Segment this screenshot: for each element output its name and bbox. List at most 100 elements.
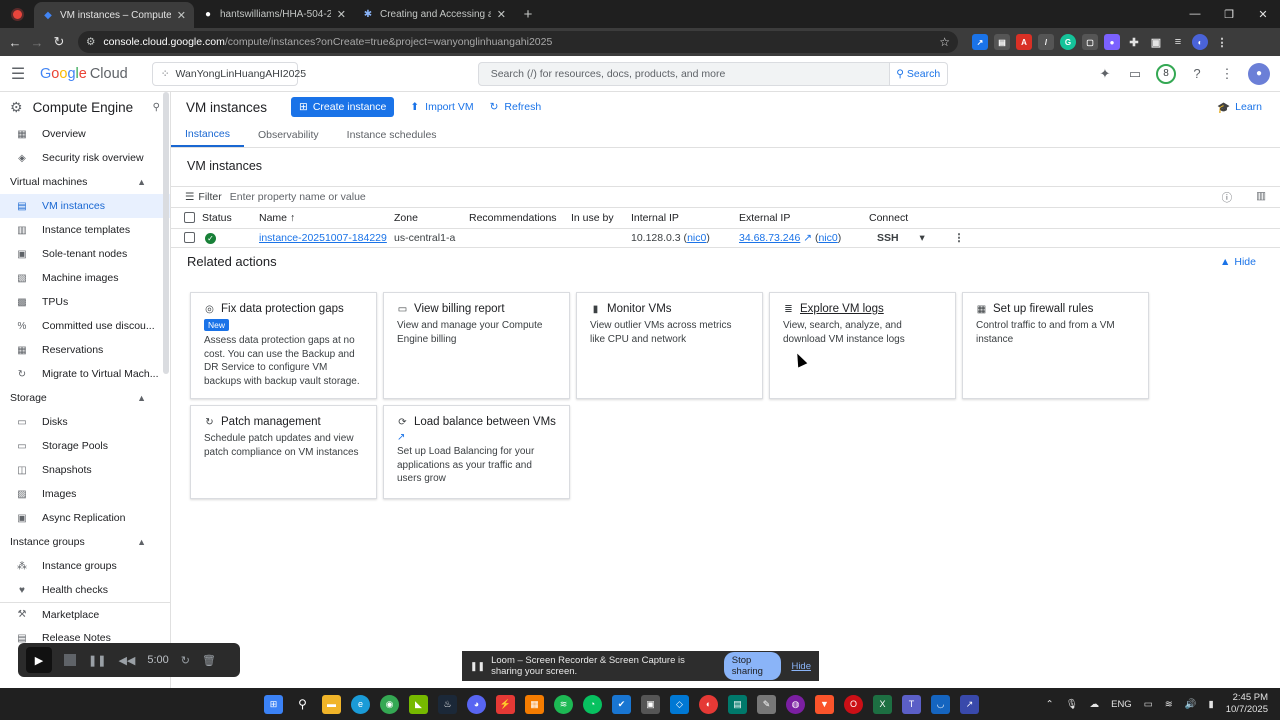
extensions-puzzle-icon[interactable]: ✚ <box>1126 34 1142 50</box>
sidebar-item-images[interactable]: ▨ Images <box>0 482 170 506</box>
hamburger-menu-icon[interactable]: ☰ <box>0 64 36 84</box>
system-clock[interactable]: 2:45 PM 10/7/2025 <box>1226 692 1268 716</box>
close-tab-icon[interactable]: ✕ <box>177 9 186 22</box>
app-icon[interactable]: ◡ <box>931 694 950 714</box>
col-zone[interactable]: Zone <box>394 208 469 229</box>
card-fix-data-protection[interactable]: ◎ Fix data protection gaps New Assess dat… <box>190 292 377 399</box>
excel-icon[interactable]: X <box>873 694 892 714</box>
sidebar-item-async-replication[interactable]: ▣ Async Replication <box>0 506 170 530</box>
site-info-icon[interactable]: ⚙ <box>86 36 95 48</box>
display-icon[interactable]: ▭ <box>1144 699 1153 710</box>
sidebar-item-overview[interactable]: ▦ Overview <box>0 122 170 146</box>
sidebar-item-storage-pools[interactable]: ▭ Storage Pools <box>0 434 170 458</box>
pause-icon[interactable]: ❚❚ <box>88 654 106 667</box>
windows-start-icon[interactable]: ⊞ <box>264 694 283 714</box>
app-icon[interactable]: ✎ <box>757 694 776 714</box>
row-more-icon[interactable]: ⋮ <box>954 232 965 244</box>
sidebar-item-marketplace[interactable]: ⚒ Marketplace <box>0 602 170 626</box>
refresh-button[interactable]: ↻ Refresh <box>490 101 542 113</box>
extension-icon[interactable]: ↗ <box>972 34 988 50</box>
wechat-icon[interactable]: ◔ <box>583 694 602 714</box>
row-checkbox[interactable] <box>184 232 195 244</box>
section-instance-groups[interactable]: Instance groups ▲ <box>0 530 170 554</box>
more-vert-icon[interactable]: ⋮ <box>1218 65 1236 83</box>
instance-name-link[interactable]: instance-20251007-184229 <box>259 232 387 244</box>
project-picker[interactable]: ⁘ WanYongLinHuangAHI2025 <box>151 61 306 86</box>
app-icon[interactable]: ✔ <box>612 694 631 714</box>
extension-icon[interactable]: ▢ <box>1082 34 1098 50</box>
trash-icon[interactable]: 🗑 <box>202 654 216 667</box>
col-in-use-by[interactable]: In use by <box>571 208 631 229</box>
app-icon[interactable]: ▣ <box>641 694 660 714</box>
app-icon[interactable]: ▦ <box>525 694 544 714</box>
card-monitor-vms[interactable]: ▮ Monitor VMs View outlier VMs across met… <box>576 292 763 399</box>
sidebar-item-vm-instances[interactable]: ▤ VM instances <box>0 194 170 218</box>
create-instance-button[interactable]: ⊞ Create instance <box>291 97 395 117</box>
cloud-icon[interactable]: ☁ <box>1090 699 1100 710</box>
select-all-checkbox[interactable] <box>184 212 195 224</box>
sidebar-item-reservations[interactable]: ▦ Reservations <box>0 338 170 362</box>
col-status[interactable]: Status <box>202 208 259 229</box>
browser-tab-3[interactable]: ✱ Creating and Accessing a VM In ✕ <box>354 0 514 28</box>
sidebar-item-health-checks[interactable]: ♥ Health checks <box>0 578 170 602</box>
opera-icon[interactable]: O <box>844 694 863 714</box>
extension-icon[interactable]: ● <box>1104 34 1120 50</box>
section-storage[interactable]: Storage ▲ <box>0 386 170 410</box>
gemini-sparkle-icon[interactable]: ✦ <box>1096 65 1114 83</box>
forward-icon[interactable]: → <box>26 31 48 53</box>
col-internal-ip[interactable]: Internal IP <box>631 208 739 229</box>
card-firewall-rules[interactable]: ▦ Set up firewall rules Control traffic t… <box>962 292 1149 399</box>
nic-link[interactable]: nic0 <box>687 232 706 244</box>
wifi-icon[interactable]: ≋ <box>1165 699 1173 710</box>
card-explore-logs[interactable]: ≣ Explore VM logs View, search, analyze, … <box>769 292 956 399</box>
help-icon[interactable]: ⓘ <box>1222 190 1233 205</box>
close-tab-icon[interactable]: ✕ <box>497 8 506 21</box>
back-icon[interactable]: ← <box>4 31 26 53</box>
stop-sharing-button[interactable]: Stop sharing <box>723 652 782 680</box>
search-button[interactable]: ⚲ Search <box>889 61 948 86</box>
search-input[interactable]: Search (/) for resources, docs, products… <box>477 61 890 86</box>
minimize-icon[interactable]: — <box>1178 0 1212 28</box>
ssh-dropdown-icon[interactable]: ▾ <box>920 232 925 244</box>
col-connect[interactable]: Connect <box>869 208 1280 229</box>
import-vm-button[interactable]: ⬆ Import VM <box>410 101 473 113</box>
app-icon[interactable]: ◐ <box>699 694 718 714</box>
card-load-balance[interactable]: ⟳ Load balance between VMs ↗ Set up Load … <box>383 405 570 499</box>
sidebar-scrollbar[interactable] <box>163 92 169 374</box>
sidebar-item-sole-tenant[interactable]: ▣ Sole-tenant nodes <box>0 242 170 266</box>
card-patch-management[interactable]: ↻ Patch management Schedule patch updates… <box>190 405 377 499</box>
extension-icon[interactable]: ▤ <box>994 34 1010 50</box>
col-external-ip[interactable]: External IP <box>739 208 869 229</box>
cloud-shell-icon[interactable]: ▭ <box>1126 65 1144 83</box>
tab-instance-schedules[interactable]: Instance schedules <box>333 122 451 147</box>
spotify-icon[interactable]: ≋ <box>554 694 573 714</box>
sidebar-item-instance-templates[interactable]: ▥ Instance templates <box>0 218 170 242</box>
microphone-icon[interactable]: 🎙 <box>1066 699 1078 710</box>
sidebar-item-machine-images[interactable]: ▧ Machine images <box>0 266 170 290</box>
sidebar-item-committed-use[interactable]: % Committed use discou... <box>0 314 170 338</box>
avatar[interactable]: ● <box>1248 62 1270 85</box>
rewind-icon[interactable]: ◀◀ <box>118 654 135 667</box>
pin-icon[interactable]: ⚲ <box>153 102 160 113</box>
battery-icon[interactable]: ▮ <box>1209 699 1214 710</box>
chevron-up-icon[interactable]: ⌃ <box>1046 699 1054 710</box>
profile-icon[interactable]: ◐ <box>1192 34 1208 50</box>
col-name[interactable]: Name ↑ <box>259 208 394 229</box>
nvidia-icon[interactable]: ◣ <box>409 694 428 714</box>
close-window-icon[interactable]: ✕ <box>1246 0 1280 28</box>
discord-icon[interactable]: ◕ <box>467 694 486 714</box>
vscode-icon[interactable]: ◇ <box>670 694 689 714</box>
hide-sharing-bar-button[interactable]: Hide <box>791 661 811 672</box>
filter-button[interactable]: ☰ Filter <box>185 191 222 203</box>
grammarly-extension-icon[interactable]: G <box>1060 34 1076 50</box>
chrome-icon[interactable]: ◉ <box>380 694 399 714</box>
bookmark-star-icon[interactable]: ☆ <box>939 35 950 49</box>
adblock-extension-icon[interactable]: A <box>1016 34 1032 50</box>
close-tab-icon[interactable]: ✕ <box>337 8 346 21</box>
column-display-icon[interactable]: ▥ <box>1256 190 1266 205</box>
search-icon[interactable]: ⚲ <box>293 695 312 714</box>
app-icon[interactable]: ▤ <box>728 694 747 714</box>
nic-link[interactable]: nic0 <box>818 232 837 244</box>
app-icon[interactable]: ↗ <box>960 694 979 714</box>
restart-icon[interactable]: ↻ <box>181 654 190 667</box>
